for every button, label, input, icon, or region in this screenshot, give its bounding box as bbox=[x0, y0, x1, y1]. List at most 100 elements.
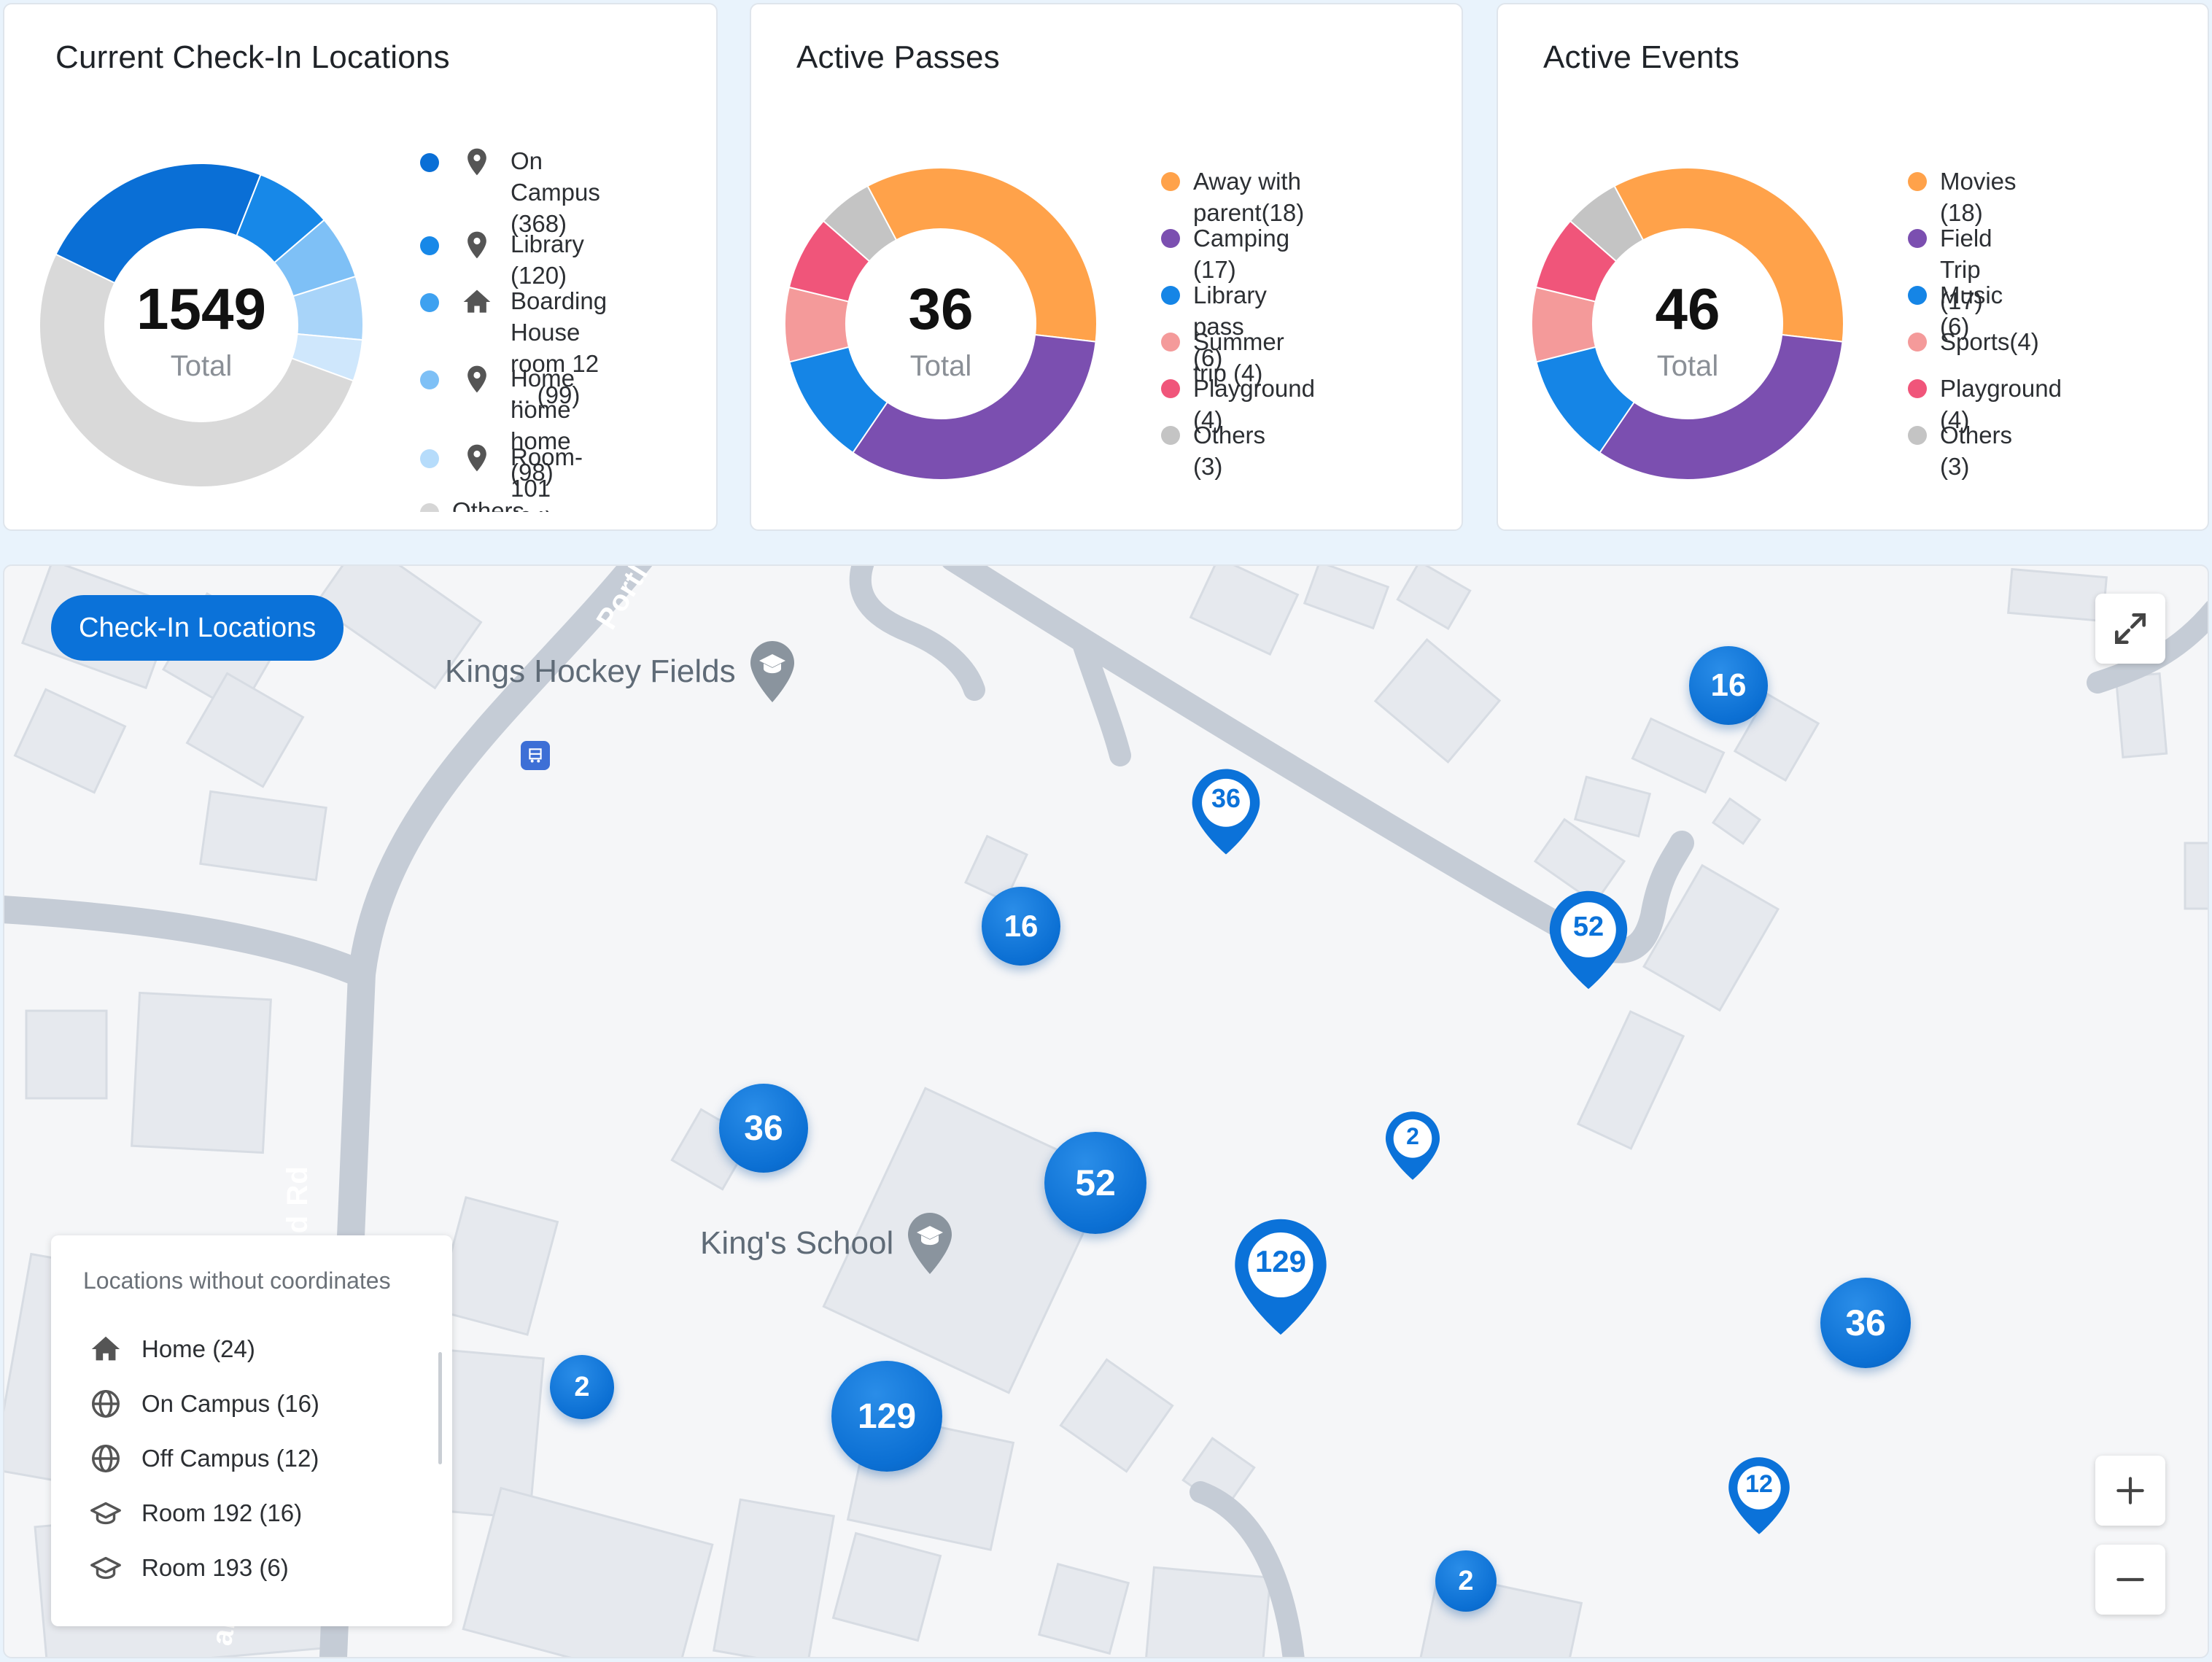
checkin-locations-tag[interactable]: Check-In Locations bbox=[51, 595, 344, 661]
no-coords-list: Home (24) On Campus (16) Off Campus (12)… bbox=[89, 1321, 319, 1595]
no-coords-item-label: Room 192 (16) bbox=[141, 1499, 303, 1526]
events-total: 46 Total bbox=[1600, 280, 1775, 383]
map-pin[interactable]: 2 bbox=[1384, 1110, 1441, 1181]
legend-item-camping[interactable]: Camping (17) bbox=[1161, 223, 1289, 286]
legend-item-others[interactable]: Others (3) bbox=[1161, 420, 1265, 483]
legend-label: Sports(4) bbox=[1940, 328, 2039, 355]
bus-stop-icon[interactable] bbox=[521, 741, 550, 770]
legend-swatch bbox=[1908, 426, 1927, 445]
legend-swatch bbox=[420, 449, 439, 468]
checkin-total-label: Total bbox=[170, 350, 233, 382]
legend-label: On Campus (368) bbox=[511, 147, 600, 237]
place-kings-hockey-fields[interactable]: Kings Hockey Fields bbox=[445, 639, 799, 704]
plus-icon bbox=[2116, 1477, 2144, 1504]
legend-swatch bbox=[1161, 426, 1180, 445]
legend-swatch bbox=[420, 503, 439, 512]
school-pin-icon bbox=[908, 1213, 952, 1274]
place-label-text: Kings Hockey Fields bbox=[445, 653, 736, 689]
legend-label: Others (24) bbox=[452, 497, 525, 512]
checkin-map[interactable]: Portl Portland Rd an Kings Hockey Fields… bbox=[3, 564, 2209, 1658]
legend-swatch bbox=[1908, 172, 1927, 191]
map-pin-label: 36 bbox=[1211, 783, 1241, 813]
map-cluster[interactable]: 52 bbox=[1044, 1132, 1146, 1234]
map-pin[interactable]: 36 bbox=[1190, 767, 1262, 856]
map-pin-label: 12 bbox=[1745, 1470, 1773, 1498]
no-coords-item-home[interactable]: Home (24) bbox=[89, 1321, 319, 1376]
checkin-total: 1549 Total bbox=[114, 280, 289, 383]
no-coords-item-label: Off Campus (12) bbox=[141, 1444, 319, 1472]
active-passes-card: Active Passes 36 Total Away with parent(… bbox=[750, 3, 1463, 531]
legend-swatch bbox=[1908, 286, 1927, 305]
map-cluster[interactable]: 2 bbox=[550, 1355, 614, 1419]
no-coords-item-off-campus[interactable]: Off Campus (12) bbox=[89, 1431, 319, 1486]
no-coords-item-room-192[interactable]: Room 192 (16) bbox=[89, 1486, 319, 1540]
no-coords-item-on-campus[interactable]: On Campus (16) bbox=[89, 1376, 319, 1431]
expand-icon bbox=[2115, 613, 2146, 644]
globe-icon bbox=[92, 1444, 120, 1472]
map-pin[interactable]: 12 bbox=[1727, 1456, 1791, 1536]
no-coords-item-label: Room 193 (6) bbox=[141, 1553, 289, 1581]
checkin-legend: On Campus (368) Library (120) Boarding H… bbox=[420, 143, 712, 512]
passes-total-value: 36 bbox=[908, 276, 974, 341]
map-cluster[interactable]: 36 bbox=[719, 1084, 808, 1173]
school-pin-icon bbox=[750, 641, 794, 702]
map-pin-icon bbox=[467, 365, 486, 393]
graduation-cap-icon bbox=[90, 1502, 121, 1524]
legend-swatch bbox=[1161, 286, 1180, 305]
legend-swatch bbox=[420, 236, 439, 255]
map-cluster[interactable]: 2 bbox=[1435, 1550, 1497, 1612]
legend-item-away-with-parent[interactable]: Away with parent(18) bbox=[1161, 166, 1304, 229]
passes-total-label: Total bbox=[909, 350, 972, 382]
events-card-title: Active Events bbox=[1543, 39, 1740, 75]
graduation-cap-icon bbox=[90, 1556, 121, 1579]
locations-without-coordinates-panel: Locations without coordinates Home (24) … bbox=[51, 1235, 452, 1626]
legend-swatch bbox=[1161, 229, 1180, 248]
map-cluster[interactable]: 36 bbox=[1820, 1278, 1911, 1368]
legend-swatch bbox=[420, 293, 439, 312]
map-pin-label: 129 bbox=[1254, 1244, 1307, 1278]
legend-item-movies[interactable]: Movies (18) bbox=[1908, 166, 2017, 229]
legend-item-on-campus[interactable]: On Campus (368) bbox=[420, 146, 600, 240]
minus-icon bbox=[2116, 1577, 2144, 1582]
zoom-out-button[interactable] bbox=[2095, 1545, 2165, 1615]
map-cluster[interactable]: 16 bbox=[1689, 646, 1768, 725]
legend-label: Library (120) bbox=[511, 230, 584, 289]
panel-scrollbar[interactable] bbox=[438, 1352, 442, 1464]
legend-item-others[interactable]: Others (24) bbox=[420, 496, 524, 512]
legend-label: Camping (17) bbox=[1193, 225, 1290, 283]
no-coords-item-room-193[interactable]: Room 193 (6) bbox=[89, 1540, 319, 1595]
map-pin[interactable]: 52 bbox=[1548, 888, 1629, 992]
donut-segment-0[interactable] bbox=[55, 163, 262, 284]
legend-swatch bbox=[1161, 333, 1180, 352]
passes-total: 36 Total bbox=[853, 280, 1028, 383]
map-pin-label: 2 bbox=[1406, 1123, 1419, 1149]
checkin-total-value: 1549 bbox=[136, 276, 266, 341]
legend-label: Others (3) bbox=[1193, 422, 1266, 480]
fullscreen-button[interactable] bbox=[2095, 594, 2165, 664]
map-cluster[interactable]: 16 bbox=[982, 887, 1060, 966]
map-pin-icon bbox=[467, 148, 486, 176]
legend-swatch bbox=[420, 153, 439, 172]
map-pin[interactable]: 129 bbox=[1233, 1216, 1329, 1337]
no-coords-item-label: On Campus (16) bbox=[141, 1389, 319, 1417]
no-coords-item-label: Home (24) bbox=[141, 1335, 255, 1362]
legend-swatch bbox=[1908, 229, 1927, 248]
legend-label: Others (3) bbox=[1940, 422, 2013, 480]
active-events-card: Active Events 46 Total Movies (18) Field… bbox=[1497, 3, 2209, 531]
map-cluster[interactable]: 129 bbox=[831, 1361, 942, 1472]
zoom-in-button[interactable] bbox=[2095, 1456, 2165, 1526]
panel-title: Locations without coordinates bbox=[83, 1267, 391, 1294]
map-pin-icon bbox=[467, 444, 486, 472]
home-icon bbox=[463, 290, 491, 313]
legend-item-others[interactable]: Others (3) bbox=[1908, 420, 2012, 483]
place-kings-school[interactable]: King's School bbox=[700, 1211, 956, 1276]
place-label-text: King's School bbox=[700, 1225, 894, 1261]
legend-item-library[interactable]: Library (120) bbox=[420, 229, 584, 292]
map-pin-icon bbox=[467, 231, 486, 259]
legend-swatch bbox=[1161, 172, 1180, 191]
home-icon bbox=[91, 1336, 120, 1360]
passes-card-title: Active Passes bbox=[796, 39, 1000, 75]
events-total-value: 46 bbox=[1655, 276, 1720, 341]
legend-item-sports[interactable]: Sports(4) bbox=[1908, 327, 2039, 358]
legend-swatch bbox=[1161, 379, 1180, 398]
